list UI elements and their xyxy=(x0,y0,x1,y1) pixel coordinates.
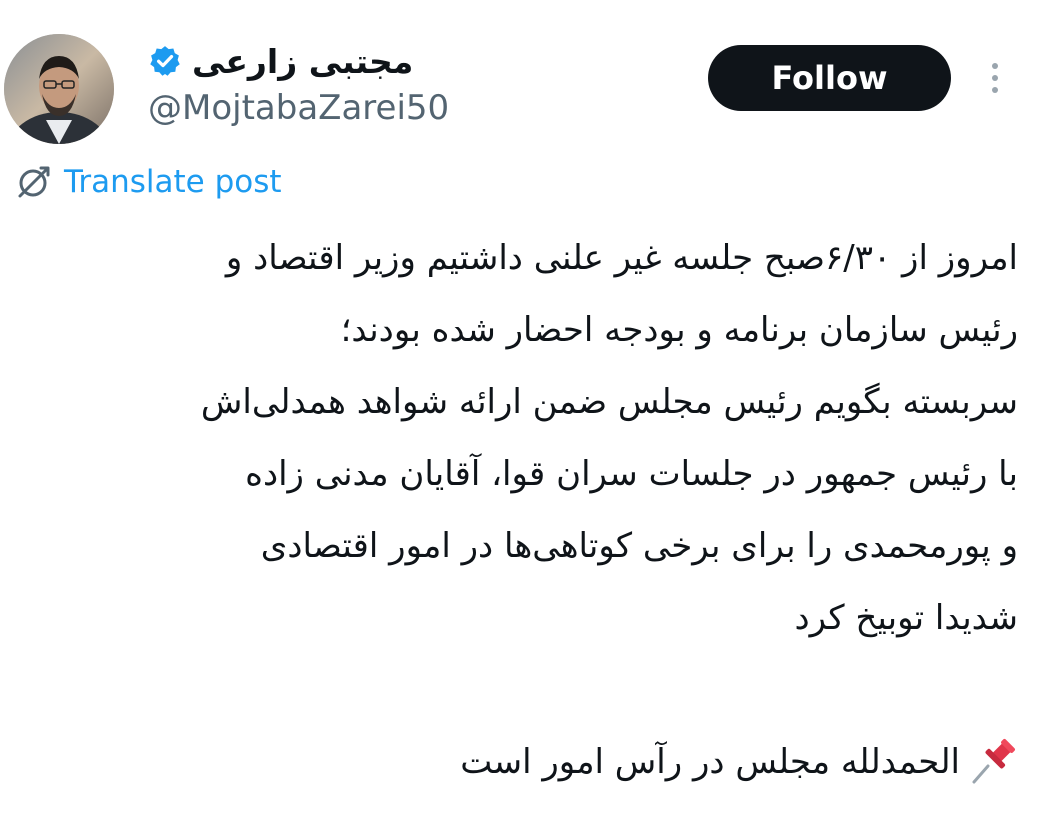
follow-button[interactable]: Follow xyxy=(708,45,951,111)
more-options-button[interactable] xyxy=(980,58,1010,98)
author-name-row[interactable]: مجتبی زارعی xyxy=(148,38,413,84)
verified-badge-icon xyxy=(148,44,182,78)
translate-icon xyxy=(18,166,50,198)
post-line: سربسته بگویم رئیس مجلس ضمن ارائه شواهد ه… xyxy=(200,382,1018,422)
post-closing-text: الحمدلله مجلس در رآس امور است xyxy=(460,742,960,782)
translate-post-label[interactable]: Translate post xyxy=(64,164,282,200)
more-vertical-icon xyxy=(992,63,998,93)
post-closing-line: الحمدلله مجلس در رآس امور است xyxy=(10,726,1018,798)
post-line: امروز از ۶/۳۰صبح جلسه غیر علنی داشتیم وز… xyxy=(225,238,1018,278)
post-text: امروز از ۶/۳۰صبح جلسه غیر علنی داشتیم وز… xyxy=(10,222,1018,798)
post-line: شدیدا توبیخ کرد xyxy=(794,598,1019,638)
post-line: با رئیس جمهور در جلسات سران قوا، آقایان … xyxy=(245,454,1018,494)
avatar[interactable] xyxy=(4,34,114,144)
post-line: رئیس سازمان برنامه و بودجه احضار شده بود… xyxy=(340,310,1018,350)
translate-post-link[interactable]: Translate post xyxy=(14,160,282,204)
post-line: و پورمحمدی را برای برخی کوتاهی‌ها در امو… xyxy=(260,526,1018,566)
author-handle[interactable]: @MojtabaZarei50 xyxy=(148,88,449,128)
author-display-name[interactable]: مجتبی زارعی xyxy=(192,42,413,81)
post-blank-line xyxy=(10,654,1018,726)
pushpin-icon xyxy=(972,739,1015,784)
post-header: مجتبی زارعی @MojtabaZarei50 Follow xyxy=(0,0,1046,150)
